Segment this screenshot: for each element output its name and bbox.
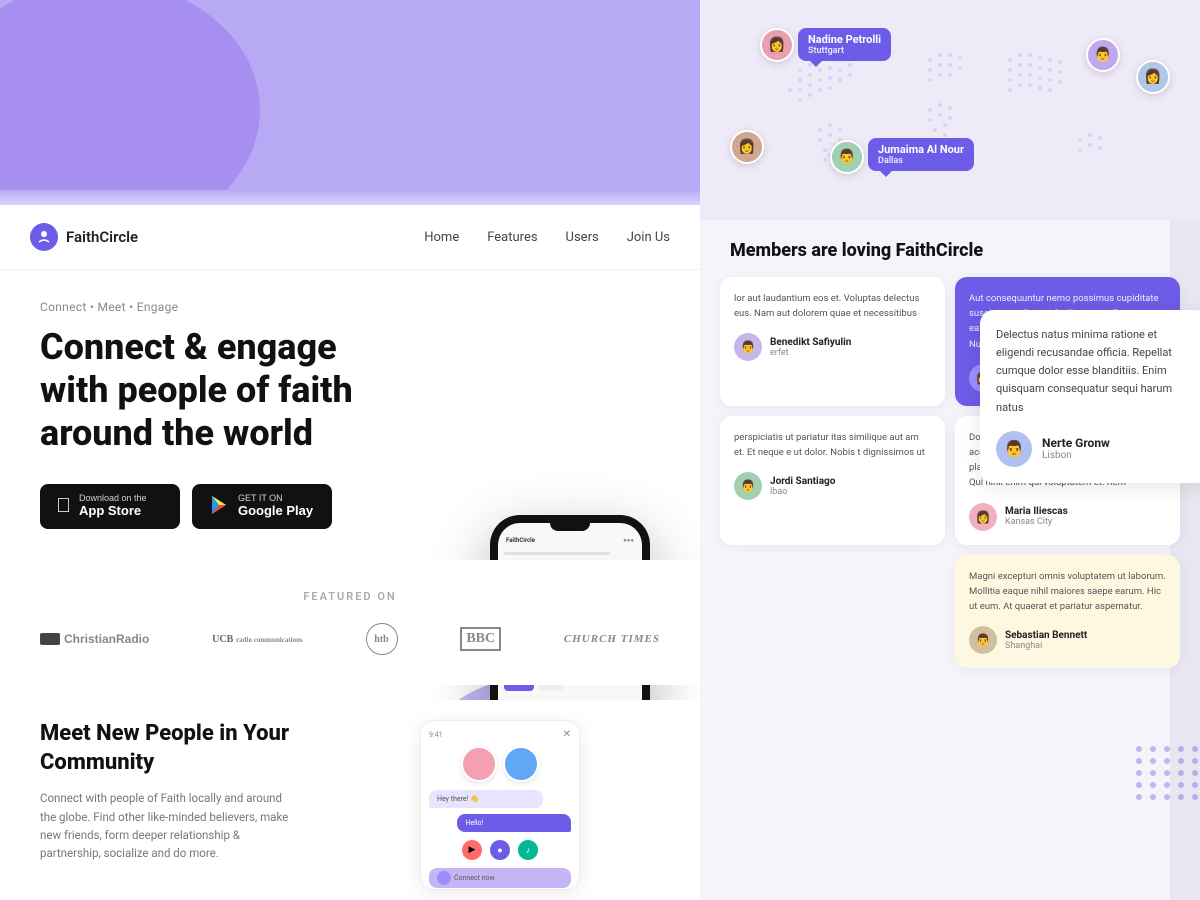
location-pin-jumaima: Jumaima Al Nour Dallas (868, 138, 974, 171)
author-city-2: lbao (770, 487, 835, 497)
map-avatar-1: 👩 (760, 28, 794, 62)
phone-notch (550, 523, 590, 531)
location-pin-nadine: Nadine Petrolli Stuttgart (798, 28, 891, 61)
author-name-0: Benedikt Safiyulin (770, 337, 851, 348)
nav-join[interactable]: Join Us (627, 230, 670, 245)
googleplay-button[interactable]: GET IT ON Google Play (192, 484, 332, 530)
author-avatar-2: 👨 (734, 472, 762, 500)
logo-ucb: UCB radio communications (212, 633, 303, 645)
googleplay-label-big: Google Play (238, 503, 313, 520)
map-avatar-3: 👩 (1136, 60, 1170, 94)
author-avatar-3: 👩 (969, 503, 997, 531)
google-play-icon (208, 494, 230, 519)
logo-bbc: BBC (460, 627, 501, 651)
big-author-avatar: 👨 (996, 431, 1032, 467)
appstore-label-big: App Store (79, 503, 141, 520)
author-name-3: Maria Iliescas (1005, 506, 1068, 517)
big-testimonial-card: Delectus natus minima ratione et eligend… (980, 310, 1200, 483)
featured-label: FEATURED ON (40, 590, 660, 603)
nav-features[interactable]: Features (487, 230, 537, 245)
featured-section: FEATURED ON ChristianRadio UCB radio com… (0, 560, 700, 685)
author-city-3: Kansas City (1005, 517, 1068, 527)
nav-users[interactable]: Users (566, 230, 599, 245)
big-author: 👨 Nerte Gronw Lisbon (996, 431, 1194, 467)
big-author-info: Nerte Gronw Lisbon (1042, 436, 1110, 461)
featured-logos: ChristianRadio UCB radio communications … (40, 623, 660, 655)
right-panel: 👩 Nadine Petrolli Stuttgart 👨 👩 👩 👨 Juma… (700, 0, 1200, 900)
author-info-3: Maria Iliescas Kansas City (1005, 506, 1068, 527)
hero-subtitle: Connect • Meet • Engage (40, 300, 670, 314)
nav-links: Home Features Users Join Us (424, 230, 670, 245)
nav-logo[interactable]: FaithCircle (30, 223, 138, 251)
author-city-0: erfet (770, 348, 851, 358)
bottom-left-section: Meet New People in Your Community Connec… (0, 700, 700, 900)
chat-bubble-left: Hey there! 👋 (429, 790, 543, 808)
appstore-label-small: Download on the (79, 494, 147, 503)
testimonial-card-0: lor aut laudantium eos et. Voluptas dele… (720, 277, 945, 406)
logo-text: FaithCircle (66, 228, 138, 246)
appstore-button[interactable]:  Download on the App Store (40, 484, 180, 530)
dot-grid-decoration (1136, 746, 1200, 800)
logo-htb: htb (366, 623, 398, 655)
author-avatar-0: 👨 (734, 333, 762, 361)
bottom-phone-area: 9:41 ✕ Hey there! 👋 Hello! ▶ ● (340, 720, 660, 890)
world-map-area: 👩 Nadine Petrolli Stuttgart 👨 👩 👩 👨 Juma… (700, 0, 1200, 220)
testimonial-author-0: 👨 Benedikt Safiyulin erfet (734, 333, 931, 361)
testimonial-text-2: perspiciatis ut pariatur itas similique … (734, 430, 931, 460)
big-testimonial-text: Delectus natus minima ratione et eligend… (996, 326, 1194, 417)
appstore-text: Download on the App Store (79, 494, 147, 520)
testimonial-card-2: perspiciatis ut pariatur itas similique … (720, 416, 945, 545)
logo-christianradio: ChristianRadio (40, 632, 149, 646)
bottom-phone-screen: 9:41 ✕ Hey there! 👋 Hello! ▶ ● (420, 720, 580, 890)
hero-title: Connect & engage with people of faith ar… (40, 326, 360, 456)
bottom-left-title: Meet New People in Your Community (40, 720, 300, 777)
author-info-0: Benedikt Safiyulin erfet (770, 337, 851, 358)
googleplay-text: GET IT ON Google Play (238, 494, 313, 520)
apple-icon:  (56, 495, 71, 518)
bottom-left-text: Meet New People in Your Community Connec… (40, 720, 300, 890)
bottom-left-desc: Connect with people of Faith locally and… (40, 789, 300, 863)
author-city-4: Shanghai (1005, 641, 1087, 651)
testimonial-text-4: Magni excepturi omnis voluptatem ut labo… (969, 569, 1166, 615)
testimonial-author-4: 👨 Sebastian Bennett Shanghai (969, 626, 1166, 654)
author-info-4: Sebastian Bennett Shanghai (1005, 630, 1087, 651)
map-avatar-2: 👨 (1086, 38, 1120, 72)
googleplay-label-small: GET IT ON (238, 494, 283, 503)
hero-section: Connect • Meet • Engage Connect & engage… (0, 260, 700, 559)
chat-bubble-right: Hello! (457, 814, 571, 832)
testimonial-author-2: 👨 Jordi Santiago lbao (734, 472, 931, 500)
testimonials-title: Members are loving FaithCircle (720, 240, 1180, 261)
logo-churchtimes: CHURCH TIMES (564, 633, 660, 645)
big-author-city: Lisbon (1042, 450, 1110, 461)
testimonial-text-0: lor aut laudantium eos et. Voluptas dele… (734, 291, 931, 321)
author-avatar-4: 👨 (969, 626, 997, 654)
author-name-4: Sebastian Bennett (1005, 630, 1087, 641)
map-avatar-4: 👩 (730, 130, 764, 164)
big-author-name: Nerte Gronw (1042, 436, 1110, 450)
map-avatar-5: 👨 (830, 140, 864, 174)
author-name-2: Jordi Santiago (770, 476, 835, 487)
logo-icon (30, 223, 58, 251)
testimonial-author-3: 👩 Maria Iliescas Kansas City (969, 503, 1166, 531)
testimonial-card-4: Magni excepturi omnis voluptatem ut labo… (955, 555, 1180, 669)
author-info-2: Jordi Santiago lbao (770, 476, 835, 497)
left-panel: FaithCircle Home Features Users Join Us … (0, 0, 700, 900)
navbar: FaithCircle Home Features Users Join Us (0, 205, 700, 270)
nav-home[interactable]: Home (424, 230, 459, 245)
